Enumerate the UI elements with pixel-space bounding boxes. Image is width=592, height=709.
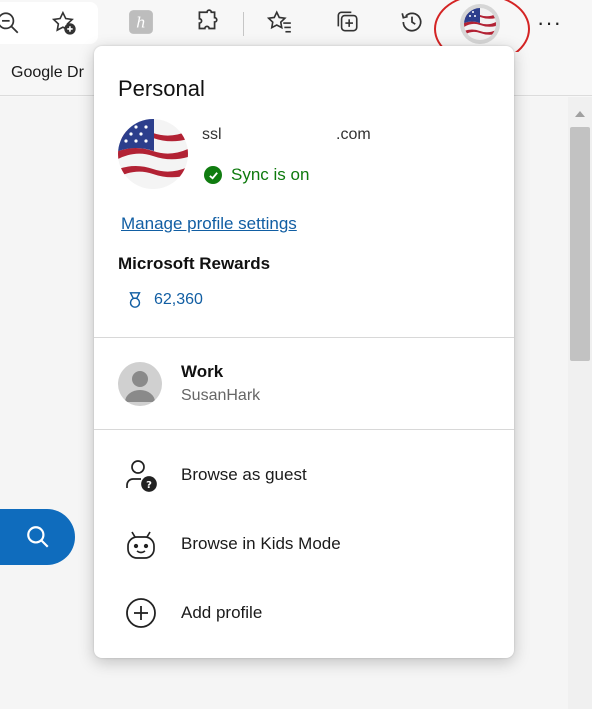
profile-heading: Personal: [118, 76, 205, 101]
sync-status: Sync is on: [204, 165, 309, 185]
work-profile-avatar[interactable]: [118, 362, 162, 406]
search-icon: [26, 526, 49, 548]
more-options-icon[interactable]: ···: [537, 10, 562, 36]
toolbar-separator: [243, 12, 244, 36]
section-divider: [94, 429, 514, 430]
add-favorite-icon[interactable]: [50, 9, 78, 37]
rewards-title: Microsoft Rewards: [118, 254, 271, 273]
svg-text:h: h: [136, 13, 146, 31]
rewards-points[interactable]: 62,360: [126, 291, 203, 309]
checkmark-icon: [204, 166, 222, 184]
scroll-up-arrow-icon[interactable]: [575, 111, 585, 117]
search-button[interactable]: [0, 509, 75, 565]
browse-kids-mode-label: Browse in Kids Mode: [181, 534, 341, 553]
scroll-thumb[interactable]: [570, 127, 590, 361]
person-icon: [125, 371, 155, 402]
sync-status-label: Sync is on: [231, 165, 310, 184]
history-icon[interactable]: [398, 8, 426, 36]
work-profile-name[interactable]: Work: [181, 362, 223, 382]
browse-as-guest-item[interactable]: ? Browse as guest: [94, 446, 514, 506]
section-divider: [94, 337, 514, 338]
rewards-points-value: 62,360: [154, 291, 203, 308]
add-profile-item[interactable]: Add profile: [94, 584, 514, 644]
profile-avatar: [118, 119, 188, 189]
add-profile-label: Add profile: [181, 603, 263, 622]
extension-h-icon[interactable]: h: [127, 8, 155, 36]
zoom-out-icon[interactable]: [0, 9, 22, 37]
profile-email-end: .com: [336, 126, 371, 143]
manage-profile-link[interactable]: Manage profile settings: [121, 214, 297, 234]
medal-icon: [129, 292, 141, 308]
guest-icon: ?: [124, 458, 158, 492]
browse-kids-mode-item[interactable]: Browse in Kids Mode: [94, 515, 514, 575]
vertical-scrollbar[interactable]: [568, 97, 592, 709]
address-bar[interactable]: [0, 2, 98, 44]
favorites-icon[interactable]: [266, 8, 294, 36]
add-circle-icon: [124, 596, 158, 630]
profile-email-start: ssl: [202, 126, 222, 143]
collections-icon[interactable]: [333, 8, 361, 36]
svg-text:?: ?: [146, 480, 152, 491]
extensions-puzzle-icon[interactable]: [193, 8, 221, 36]
browser-toolbar: h ···: [0, 0, 592, 64]
work-profile-username: SusanHark: [181, 387, 261, 404]
browse-as-guest-label: Browse as guest: [181, 465, 307, 484]
favorite-item-google-drive[interactable]: Google Dr: [11, 64, 84, 82]
flag-avatar-icon: [118, 119, 188, 189]
profile-flyout: Personal ssl .com Sync is on Manage prof…: [94, 46, 514, 658]
kids-mode-icon: [124, 527, 158, 561]
